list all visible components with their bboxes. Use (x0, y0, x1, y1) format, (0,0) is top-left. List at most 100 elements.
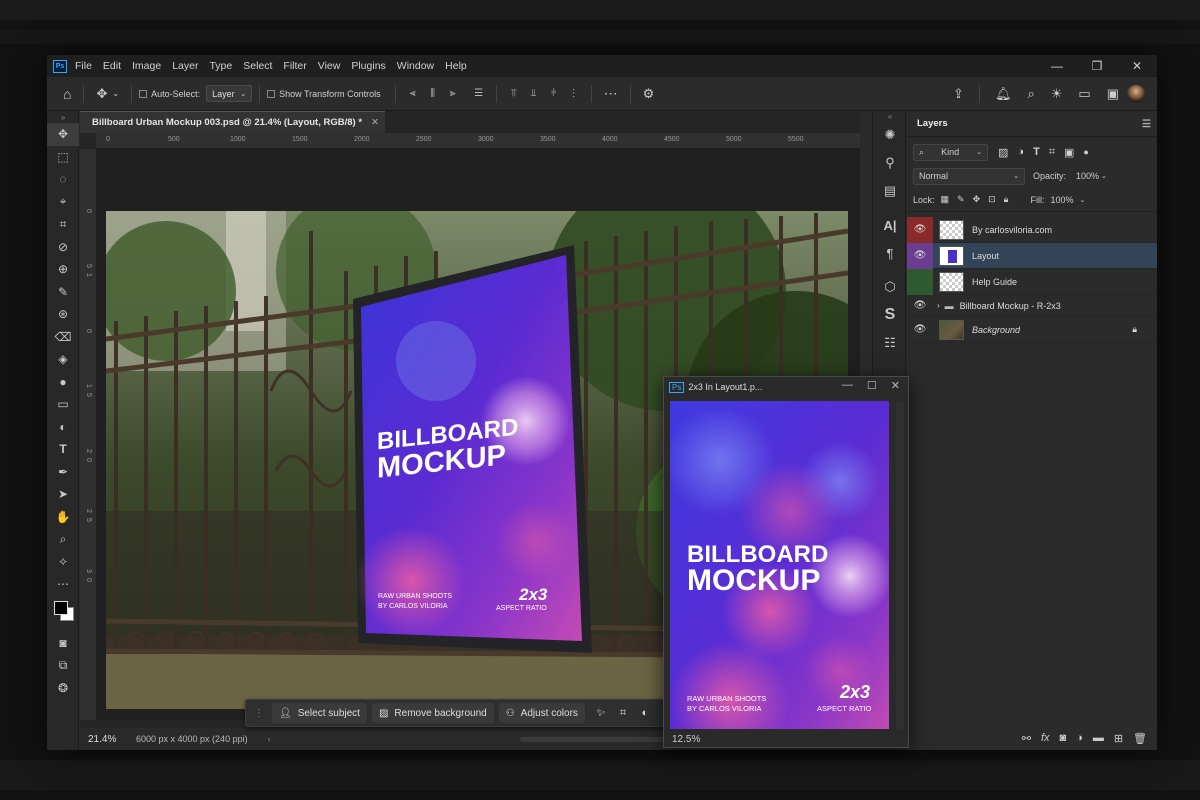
new-group-icon[interactable]: ▬ (1093, 732, 1104, 744)
layers-tab[interactable]: Layers ☰ (907, 111, 1157, 137)
menu-layer[interactable]: Layer (172, 60, 198, 72)
align-right-icon[interactable]: ⫸ (443, 87, 463, 101)
poster-preview[interactable]: BILLBOARD MOCKUP RAW URBAN SHOOTS BY CAR… (670, 401, 889, 729)
auto-select-checkbox[interactable] (139, 89, 148, 98)
collapse-icon[interactable]: » (47, 111, 79, 123)
healing-brush-tool-icon[interactable]: ⊕ (47, 258, 79, 281)
blend-mode-dropdown[interactable]: Normal ⌄ (913, 167, 1025, 185)
align-center-icon[interactable]: ⫼ (423, 87, 443, 101)
notifications-bell-icon[interactable]: 🔔︎ (995, 86, 1012, 102)
share-icon[interactable]: ⇪ (953, 86, 964, 102)
filter-toggle-icon[interactable]: ● (1083, 147, 1088, 157)
link-layers-icon[interactable]: ⚯ (1022, 732, 1031, 745)
filter-type-icon[interactable]: T (1033, 146, 1040, 158)
auto-select-dropdown[interactable]: Layer ⌄ (206, 85, 253, 102)
eye-icon[interactable]: 👁︎ (907, 295, 933, 317)
add-mask-icon[interactable]: ◙ (1060, 732, 1067, 744)
zoom-tool-icon[interactable]: ⌕ (47, 528, 79, 551)
quick-mask-icon[interactable]: ◙ (47, 632, 79, 655)
settings-gear-icon[interactable]: ⚙ (643, 86, 655, 102)
close-tab-icon[interactable]: ✕ (371, 117, 379, 128)
layer-row[interactable]: 👁︎ Layout (907, 242, 1157, 269)
foreground-color-swatch[interactable] (54, 600, 68, 615)
screen-mode-icon[interactable]: ⧉ (47, 654, 79, 677)
opacity-field[interactable]: 100% (1071, 168, 1099, 185)
eye-icon[interactable]: 👁︎ (907, 242, 933, 269)
drag-handle-icon[interactable]: ⋮ (254, 708, 264, 719)
menu-file[interactable]: File (75, 60, 92, 72)
more-tools-icon[interactable]: ⋯ (47, 573, 79, 596)
filter-pixel-icon[interactable]: ▨ (998, 146, 1008, 159)
close-icon[interactable]: ✕ (1117, 55, 1157, 77)
layer-row[interactable]: Help Guide (907, 268, 1157, 295)
close-icon[interactable]: ✕ (891, 379, 900, 392)
dodge-tool-icon[interactable]: ◐ (47, 416, 79, 439)
menu-plugins[interactable]: Plugins (351, 60, 385, 72)
new-layer-icon[interactable]: ⊞ (1114, 732, 1123, 745)
collapse-icon[interactable]: « (873, 111, 907, 121)
eye-icon[interactable]: 👁︎ (907, 317, 933, 343)
document-info[interactable]: 6000 px x 4000 px (240 ppi) (136, 734, 248, 744)
menu-edit[interactable]: Edit (103, 60, 121, 72)
layer-row[interactable]: 👁︎ Background 🔒︎ (907, 317, 1157, 343)
workspace-icon[interactable]: ▭ (1078, 86, 1090, 102)
search-icon[interactable]: ⌕ (1027, 86, 1034, 102)
adjust-colors-button[interactable]: ⚇ Adjust colors (498, 703, 585, 723)
minimize-icon[interactable]: — (1037, 55, 1077, 77)
distribute-vertical-icon[interactable]: ⋮ (564, 87, 584, 101)
generative-expand-icon[interactable]: ❂ (47, 677, 79, 700)
3d-panel-icon[interactable]: ⬡ (873, 273, 907, 301)
move-tool-icon[interactable]: ✥ (96, 86, 107, 102)
layer-group-row[interactable]: 👁︎ › ▬ Billboard Mockup - R-2x3 (907, 295, 1157, 317)
chevron-down-icon[interactable]: ⌄ (1101, 172, 1107, 180)
layer-row[interactable]: 👁︎ By carlosviloria.com (907, 216, 1157, 243)
delete-layer-icon[interactable]: 🗑︎ (1133, 732, 1147, 745)
layer-style-fx-icon[interactable]: fx (1041, 732, 1050, 744)
adjustment-layer-icon[interactable]: ◑ (1076, 732, 1083, 744)
eye-hidden-icon[interactable] (907, 268, 933, 295)
document-tab[interactable]: Billboard Urban Mockup 003.psd @ 21.4% (… (80, 111, 385, 133)
brush-tool-icon[interactable]: ✎ (47, 281, 79, 304)
blur-tool-icon[interactable]: ● (47, 371, 79, 394)
transform-icon[interactable]: ⌗ (612, 707, 634, 720)
rectangle-tool-icon[interactable]: ▭ (47, 393, 79, 416)
character-panel-icon[interactable]: A| (873, 211, 907, 239)
zoom-level[interactable]: 21.4% (88, 734, 136, 745)
filter-shape-icon[interactable]: ⌗ (1049, 146, 1055, 159)
adjustments-panel-icon[interactable]: ⚲ (873, 149, 907, 177)
user-avatar[interactable] (1127, 85, 1145, 103)
lock-transparent-icon[interactable]: ▦ (941, 194, 950, 205)
paint-bucket-tool-icon[interactable]: ◈ (47, 348, 79, 371)
lock-artboard-icon[interactable]: ⊡ (988, 194, 996, 205)
distribute-icon[interactable]: ☰ (469, 87, 489, 101)
crop-tool-icon[interactable]: ⌗ (47, 213, 79, 236)
pen-tool-icon[interactable]: ✒ (47, 461, 79, 484)
menu-help[interactable]: Help (445, 60, 467, 72)
clone-stamp-tool-icon[interactable]: ⊛ (47, 303, 79, 326)
properties-panel-icon[interactable]: ☷ (873, 329, 907, 357)
generative-tool-icon[interactable]: ✧ (47, 551, 79, 574)
paragraph-panel-icon[interactable]: ¶ (873, 239, 907, 267)
restore-icon[interactable]: ❐ (1077, 55, 1117, 77)
floating-window-titlebar[interactable]: Ps 2x3 In Layout1.p... — ☐ ✕ (664, 377, 908, 397)
menu-filter[interactable]: Filter (283, 60, 306, 72)
filter-smart-object-icon[interactable]: ▣ (1064, 146, 1074, 159)
fill-value[interactable]: 100% (1050, 195, 1073, 205)
magic-wand-icon[interactable]: ✨︎ (590, 707, 612, 720)
vertical-scrollbar[interactable] (896, 401, 904, 729)
object-selection-tool-icon[interactable]: ⌖ (47, 191, 79, 214)
menu-window[interactable]: Window (397, 60, 434, 72)
status-arrow-icon[interactable]: ‹ (268, 734, 271, 744)
select-subject-button[interactable]: 👤︎ Select subject (272, 703, 367, 723)
libraries-panel-icon[interactable]: ▤ (873, 177, 907, 205)
home-icon[interactable]: ⌂ (63, 86, 71, 102)
align-left-icon[interactable]: ⫷ (403, 87, 423, 101)
eyedropper-tool-icon[interactable]: ⊘ (47, 236, 79, 259)
lock-position-icon[interactable]: ✥ (973, 194, 981, 205)
maximize-icon[interactable]: ☐ (867, 379, 877, 392)
cloud-docs-icon[interactable]: ▣ (1107, 86, 1119, 102)
lock-all-icon[interactable]: 🔒︎ (1004, 194, 1009, 205)
remove-background-button[interactable]: ▨ Remove background (371, 703, 494, 723)
horizontal-scrollbar[interactable] (520, 737, 670, 742)
eye-icon[interactable]: 👁︎ (907, 216, 933, 243)
